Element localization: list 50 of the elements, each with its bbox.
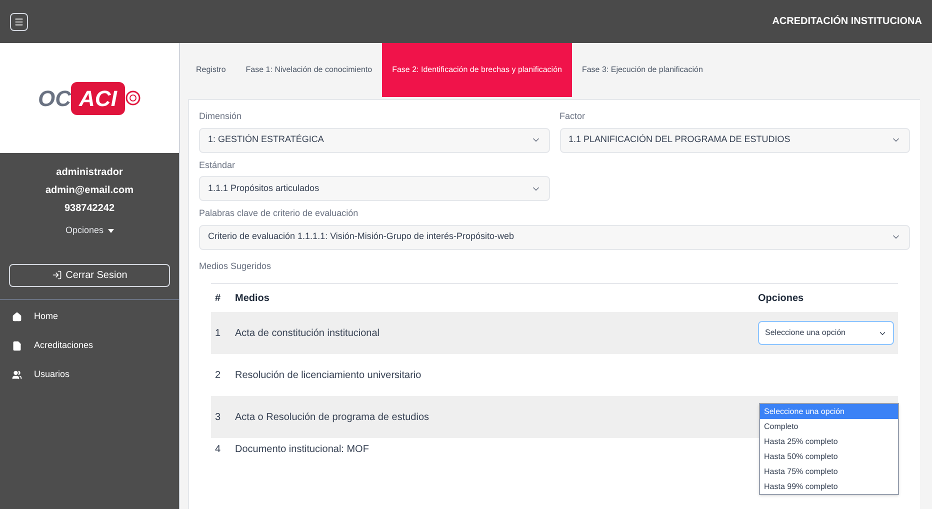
caret-icon (108, 228, 114, 233)
seal-icon (124, 90, 141, 106)
logout-button[interactable]: Cerrar Sesion (9, 264, 170, 286)
section-title: Medios Sugeridos (199, 260, 272, 273)
dropdown-option[interactable]: Hasta 75% completo (760, 464, 898, 479)
option-select[interactable]: Seleccione una opción (758, 321, 894, 345)
row-number: 2 (214, 368, 222, 382)
table-cell-text: Acta o Resolución de programa de estudios (235, 410, 430, 424)
tab[interactable]: Fase 1: Nivelación de conocimiento (236, 43, 382, 97)
dropdown-option[interactable]: Hasta 99% completo (760, 479, 898, 494)
menu-button[interactable] (10, 12, 28, 30)
nav-item[interactable]: Usuarios (12, 368, 167, 382)
dropdown-option[interactable]: Seleccione una opción (760, 404, 898, 419)
field-label: Palabras clave de criterio de evaluación (199, 207, 360, 220)
user-name: administrador (56, 166, 123, 180)
column-header: Opciones (758, 292, 805, 306)
nav-item[interactable]: Acreditaciones (12, 338, 167, 352)
field-label: Factor (560, 110, 586, 123)
row-number: 3 (214, 410, 222, 424)
menu-icon (14, 16, 24, 26)
dropdown-option[interactable]: Completo (760, 419, 898, 434)
table-cell-text: Acta de constitución institucional (235, 326, 381, 340)
table-cell-text: Documento institucional: MOF (235, 442, 370, 456)
dropdown-option[interactable]: Hasta 50% completo (760, 449, 898, 464)
row-number: 1 (214, 326, 222, 340)
document-icon (12, 340, 22, 350)
select-field[interactable]: 1: GESTIÓN ESTRATÉGICA (199, 128, 550, 152)
users-icon (12, 370, 22, 380)
tab[interactable]: Registro (186, 43, 236, 97)
logo-text: OC (38, 84, 72, 112)
select-field[interactable]: Criterio de evaluación 1.1.1.1: Visión-Misión-Grupo de interés-Propósito-web (199, 224, 910, 250)
options-menu[interactable]: Opciones (65, 224, 114, 238)
logout-icon (52, 270, 62, 280)
app-title: ACREDITACIÓN INSTITUCIONA (772, 14, 922, 29)
logo-badge: ACI (71, 82, 125, 114)
nav-item[interactable]: Home (12, 310, 167, 324)
field-label: Estándar (199, 158, 236, 172)
dropdown-option[interactable]: Hasta 25% completo (760, 434, 898, 449)
table-cell-text: Resolución de licenciamiento universitario (235, 368, 422, 382)
row-number: 4 (214, 442, 222, 456)
select-field[interactable]: 1.1 PLANIFICACIÓN DEL PROGRAMA DE ESTUDIOS (560, 128, 910, 152)
column-header: Medios (235, 292, 270, 306)
tab[interactable]: Fase 2: Identificación de brechas y planificación (382, 43, 572, 97)
column-header: # (214, 292, 222, 306)
user-phone: 938742242 (64, 202, 115, 216)
field-label: Dimensión (199, 110, 243, 123)
tab[interactable]: Fase 3: Ejecución de planificación (572, 43, 713, 97)
user-email: admin@email.com (45, 184, 134, 198)
select-field[interactable]: 1.1.1 Propósitos articulados (199, 176, 550, 201)
home-icon (12, 312, 22, 322)
